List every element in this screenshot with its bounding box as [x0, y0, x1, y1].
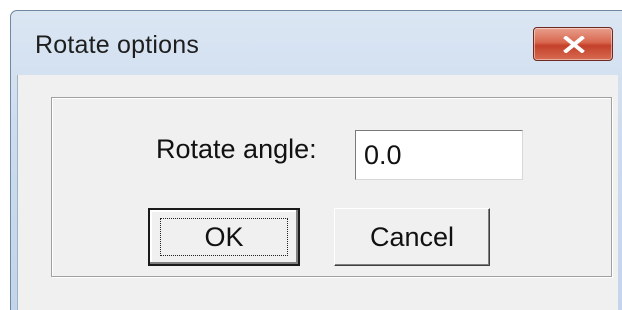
title-bar[interactable]: Rotate options [11, 11, 622, 75]
dialog-client-area [17, 75, 618, 310]
window-title: Rotate options [35, 31, 200, 59]
rotate-angle-label: Rotate angle: [156, 134, 317, 164]
ok-button[interactable]: OK [148, 208, 300, 266]
close-button[interactable] [533, 27, 613, 61]
rotate-angle-input[interactable] [355, 130, 523, 180]
cancel-button[interactable]: Cancel [334, 208, 490, 266]
close-x-icon [563, 36, 585, 53]
options-group-frame [51, 97, 612, 277]
